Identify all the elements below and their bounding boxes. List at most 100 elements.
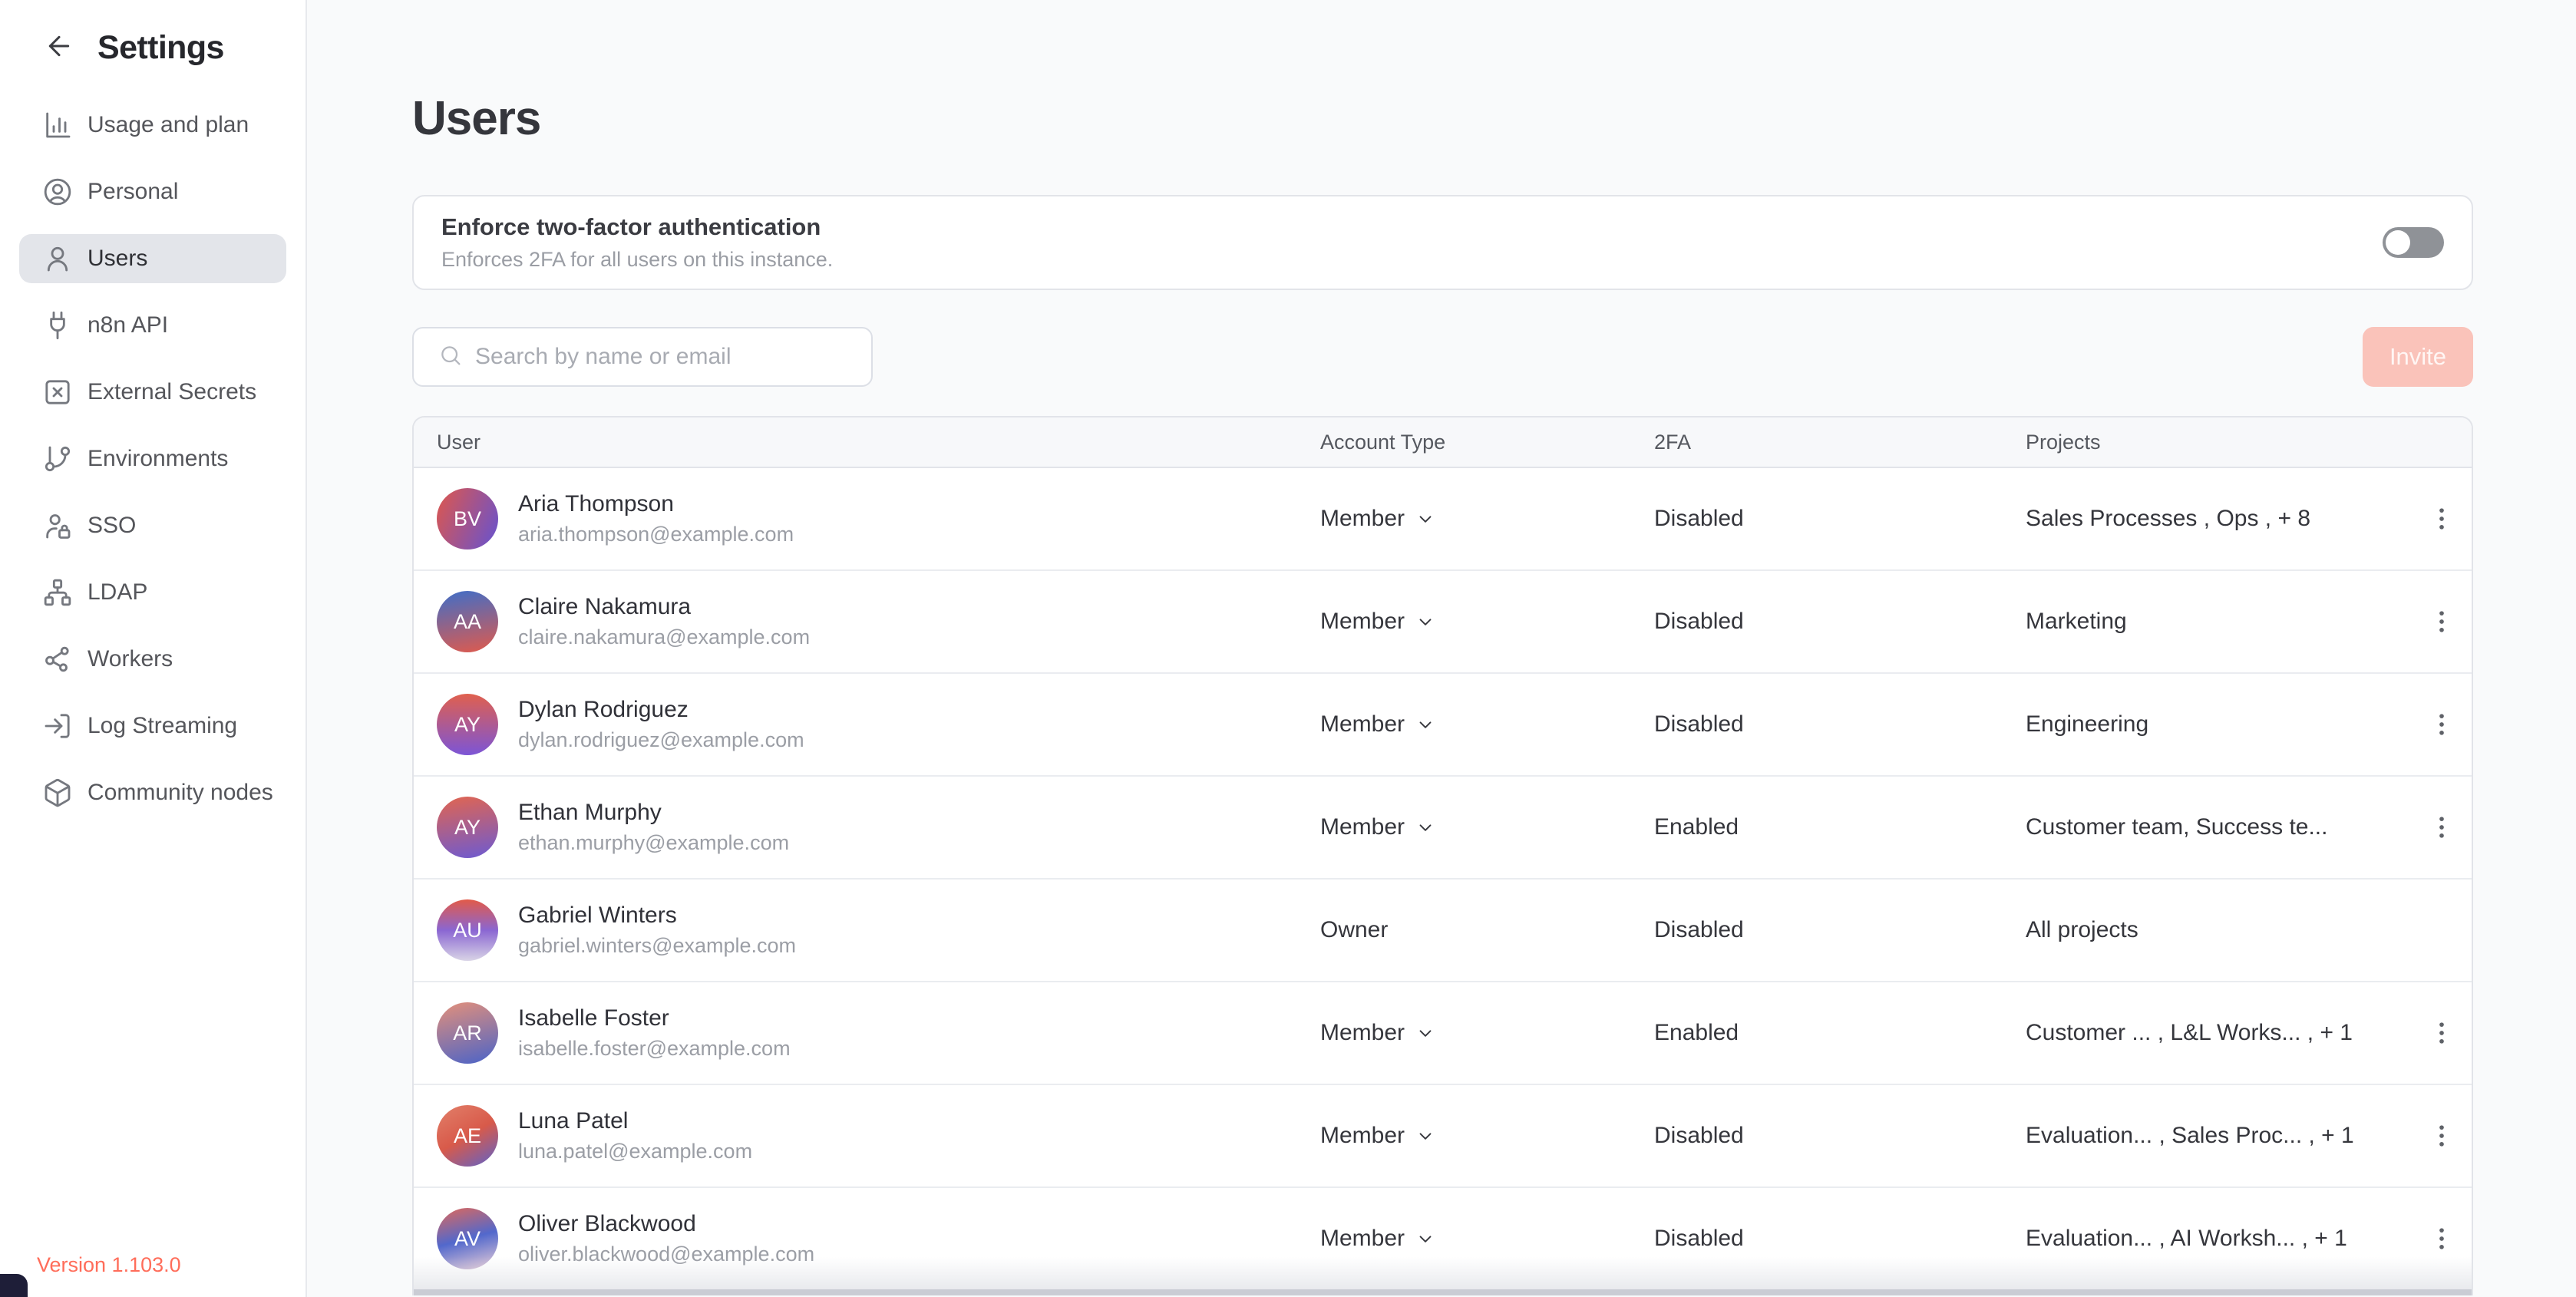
user-cell: AYDylan Rodriguezdylan.rodriguez@example… (437, 694, 1320, 755)
column-header-projects: Projects (2026, 431, 2412, 454)
user-cell: AVOliver Blackwoodoliver.blackwood@examp… (437, 1208, 1320, 1269)
user-name: Isabelle Foster (518, 1005, 791, 1031)
account-type-dropdown[interactable]: Member (1320, 506, 1435, 532)
user-name: Luna Patel (518, 1108, 752, 1134)
sidebar-item-personal[interactable]: Personal (19, 167, 286, 216)
avatar: AV (437, 1208, 498, 1269)
invite-button[interactable]: Invite (2363, 327, 2473, 387)
account-type-dropdown[interactable]: Member (1320, 609, 1435, 635)
user-name: Aria Thompson (518, 491, 794, 517)
sidebar-item-users[interactable]: Users (19, 234, 286, 283)
vault-icon (42, 377, 73, 408)
account-type-label: Member (1320, 711, 1405, 738)
user-name: Ethan Murphy (518, 800, 789, 826)
enforce-2fa-toggle[interactable] (2383, 227, 2444, 258)
account-type-dropdown[interactable]: Member (1320, 1226, 1435, 1252)
user-name: Dylan Rodriguez (518, 697, 804, 723)
account-type-label: Member (1320, 506, 1405, 532)
enforce-2fa-description: Enforces 2FA for all users on this insta… (441, 248, 833, 272)
search-input[interactable] (475, 344, 856, 370)
account-type-label: Member (1320, 1123, 1405, 1149)
account-type-label: Member (1320, 814, 1405, 840)
row-actions (2412, 703, 2472, 746)
sidebar-item-label: Log Streaming (88, 713, 237, 739)
sidebar-item-sso[interactable]: SSO (19, 501, 286, 550)
account-type-dropdown[interactable]: Member (1320, 1020, 1435, 1046)
sidebar-item-community-nodes[interactable]: Community nodes (19, 768, 286, 817)
share-icon (42, 644, 73, 675)
back-button[interactable] (42, 31, 76, 65)
row-menu-button[interactable] (2420, 497, 2463, 540)
sidebar-item-label: Usage and plan (88, 112, 249, 138)
user-identity: Gabriel Wintersgabriel.winters@example.c… (518, 903, 796, 958)
row-menu-button[interactable] (2420, 1217, 2463, 1260)
enforce-2fa-card: Enforce two-factor authentication Enforc… (412, 195, 2473, 290)
chevron-down-icon (1415, 1023, 1435, 1043)
page-title: Users (412, 91, 2473, 147)
sidebar-item-label: SSO (88, 513, 136, 539)
user-email: aria.thompson@example.com (518, 523, 794, 546)
projects-list: All projects (2026, 917, 2412, 943)
avatar: BV (437, 488, 498, 549)
account-type-dropdown[interactable]: Member (1320, 814, 1435, 840)
row-menu-button[interactable] (2420, 703, 2463, 746)
table-row-dylan-rodriguez: AYDylan Rodriguezdylan.rodriguez@example… (414, 674, 2472, 777)
user-email: oliver.blackwood@example.com (518, 1243, 814, 1266)
chevron-down-icon (1415, 1126, 1435, 1146)
chevron-down-icon (1415, 1229, 1435, 1249)
users-page: Users Enforce two-factor authentication … (307, 0, 2576, 1297)
search-icon (438, 343, 463, 371)
sidebar-item-environments[interactable]: Environments (19, 434, 286, 483)
user-identity: Dylan Rodriguezdylan.rodriguez@example.c… (518, 697, 804, 752)
row-actions (2412, 1012, 2472, 1054)
row-menu-button[interactable] (2420, 1114, 2463, 1157)
row-menu-button[interactable] (2420, 600, 2463, 643)
account-type-dropdown[interactable]: Member (1320, 711, 1435, 738)
sidebar-item-label: LDAP (88, 579, 147, 606)
sidebar-item-label: Users (88, 246, 147, 272)
sidebar-item-label: n8n API (88, 312, 168, 338)
chat-widget-button[interactable] (0, 1274, 28, 1297)
sidebar-item-label: Personal (88, 179, 178, 205)
sidebar-item-label: External Secrets (88, 379, 256, 405)
user-icon (42, 243, 73, 274)
chevron-down-icon (1415, 817, 1435, 837)
table-row-aria-thompson: BV Aria Thompson aria.thompson@example.com… (414, 468, 2472, 571)
sidebar-item-usage-and-plan[interactable]: Usage and plan (19, 101, 286, 150)
table-row-luna-patel: AE Luna Patel luna.patel@example.com Member… (414, 1085, 2472, 1188)
user-email: luna.patel@example.com (518, 1140, 752, 1163)
twofa-status: Disabled (1654, 1226, 2026, 1252)
package-icon (42, 777, 73, 808)
account-type-dropdown[interactable]: Member (1320, 1123, 1435, 1149)
bar-chart-icon (42, 110, 73, 140)
avatar: AA (437, 591, 498, 652)
sidebar-item-n8n-api[interactable]: n8n API (19, 301, 286, 350)
row-actions (2412, 806, 2472, 849)
account-type-label: Member (1320, 1226, 1405, 1252)
row-menu-button[interactable] (2420, 1012, 2463, 1054)
twofa-status: Disabled (1654, 917, 2026, 943)
sidebar-item-ldap[interactable]: LDAP (19, 568, 286, 617)
sidebar-item-external-secrets[interactable]: External Secrets (19, 368, 286, 417)
sidebar-nav: Usage and plan Personal Users n8n API Extern… (0, 101, 305, 817)
table-row-isabelle-foster: ARIsabelle Fosterisabelle.foster@example… (414, 982, 2472, 1085)
avatar: AE (437, 1105, 498, 1167)
settings-sidebar: Settings Usage and planPersonalUsersn8n … (0, 0, 307, 1297)
user-cell: ARIsabelle Fosterisabelle.foster@example… (437, 1002, 1320, 1064)
user-cell: AAClaire Nakamuraclaire.nakamura@example… (437, 591, 1320, 652)
row-menu-button[interactable] (2420, 806, 2463, 849)
kebab-icon (2426, 812, 2457, 843)
users-table: UserAccount Type2FAProjects BVAria Thomp… (412, 416, 2473, 1295)
table-row-ethan-murphy: AYEthan Murphyethan.murphy@example.comMe… (414, 777, 2472, 880)
sidebar-item-label: Community nodes (88, 780, 273, 806)
row-actions (2412, 1217, 2472, 1260)
avatar: AR (437, 1002, 498, 1064)
sidebar-item-log-streaming[interactable]: Log Streaming (19, 701, 286, 751)
kebab-icon (2426, 1018, 2457, 1048)
sidebar-item-workers[interactable]: Workers (19, 635, 286, 684)
user-circle-icon (42, 177, 73, 207)
table-row-claire-nakamura: AAClaire Nakamuraclaire.nakamura@example… (414, 571, 2472, 674)
twofa-status: Disabled (1654, 1123, 2026, 1149)
user-name: Claire Nakamura (518, 594, 810, 620)
log-in-icon (42, 711, 73, 741)
